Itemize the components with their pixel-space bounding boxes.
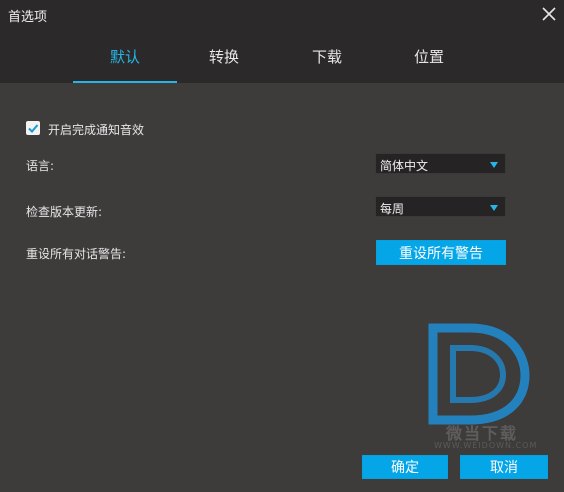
tab-download[interactable]: 下载 bbox=[275, 30, 379, 83]
language-select[interactable]: 简体中文 bbox=[375, 153, 506, 174]
update-check-select[interactable]: 每周 bbox=[375, 196, 506, 217]
close-icon[interactable] bbox=[540, 5, 558, 23]
watermark-url: WWW.WEIDOWN.COM bbox=[434, 441, 538, 450]
tab-default[interactable]: 默认 bbox=[73, 30, 177, 83]
dropdown-arrow-icon bbox=[490, 162, 498, 168]
reset-warnings-label: 重设所有对话警告: bbox=[26, 247, 127, 261]
tab-bar: 默认 转换 下载 位置 bbox=[0, 30, 564, 83]
reset-warnings-button[interactable]: 重设所有警告 bbox=[376, 240, 506, 265]
ok-button[interactable]: 确定 bbox=[362, 455, 448, 479]
update-check-value: 每周 bbox=[380, 202, 405, 216]
cancel-button[interactable]: 取消 bbox=[460, 455, 548, 479]
tab-convert[interactable]: 转换 bbox=[172, 30, 276, 83]
update-check-label: 检查版本更新: bbox=[26, 205, 103, 219]
title-bar: 首选项 bbox=[0, 0, 564, 30]
window-title: 首选项 bbox=[8, 10, 48, 25]
language-label: 语言: bbox=[26, 159, 55, 173]
dropdown-arrow-icon bbox=[490, 205, 498, 211]
active-tab-indicator bbox=[73, 81, 177, 83]
language-value: 简体中文 bbox=[380, 159, 429, 173]
tab-location[interactable]: 位置 bbox=[377, 30, 481, 83]
notify-sound-label: 开启完成通知音效 bbox=[48, 123, 145, 137]
check-icon bbox=[28, 124, 39, 133]
notify-sound-checkbox[interactable] bbox=[26, 121, 40, 135]
